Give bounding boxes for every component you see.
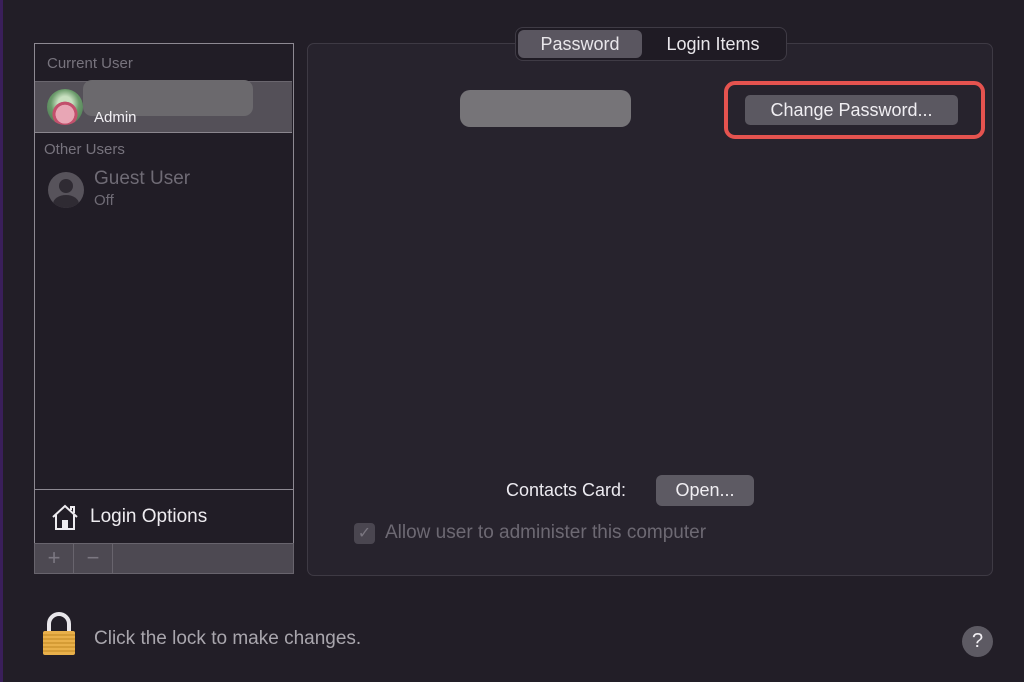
help-button[interactable]: ? xyxy=(962,626,993,657)
current-user-role: Admin xyxy=(94,109,137,126)
current-user-section-label: Current User xyxy=(47,55,133,72)
lock-icon[interactable] xyxy=(40,612,78,656)
guest-user-status: Off xyxy=(94,192,114,209)
window-edge xyxy=(0,0,3,682)
admin-checkbox[interactable]: ✓ xyxy=(354,523,375,544)
tab-bar: Password Login Items xyxy=(515,27,787,61)
users-list: Current User Admin Other Users Guest Use… xyxy=(34,43,294,490)
guest-user-name: Guest User xyxy=(94,168,191,189)
lock-instruction-text: Click the lock to make changes. xyxy=(94,628,362,649)
user-avatar-icon xyxy=(48,172,84,208)
tab-password[interactable]: Password xyxy=(518,30,642,58)
other-users-section-label: Other Users xyxy=(44,141,125,158)
lotus-avatar-icon xyxy=(47,89,83,125)
house-icon xyxy=(52,504,78,530)
add-user-button[interactable]: + xyxy=(35,544,74,573)
current-user-row[interactable]: Admin xyxy=(35,80,292,133)
contacts-card-label: Contacts Card: xyxy=(506,480,627,500)
login-options-label: Login Options xyxy=(90,505,208,527)
tab-login-items[interactable]: Login Items xyxy=(642,30,784,58)
change-password-button[interactable]: Change Password... xyxy=(745,95,958,125)
open-contacts-button[interactable]: Open... xyxy=(656,475,754,506)
login-options-button[interactable]: Login Options xyxy=(34,489,294,544)
admin-checkbox-label: Allow user to administer this computer xyxy=(385,522,707,543)
remove-user-button[interactable]: − xyxy=(74,544,113,573)
add-remove-bar: + − xyxy=(34,543,294,574)
redacted-username-field xyxy=(460,90,631,127)
